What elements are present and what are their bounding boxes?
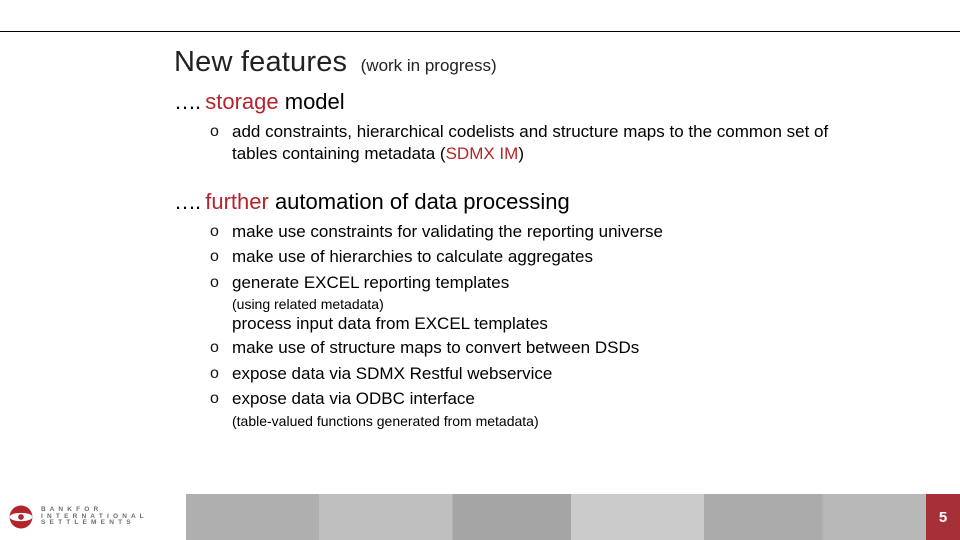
page-number-box: 5 (926, 494, 960, 540)
slide: New features (work in progress) …. stora… (0, 0, 960, 540)
bullet-text: make use of hierarchies to calculate agg… (232, 246, 593, 268)
top-bar (0, 0, 960, 32)
bullet-text: add constraints, hierarchical codelists … (232, 121, 874, 166)
bullet-text: make use constraints for validating the … (232, 221, 663, 243)
title-subtitle: (work in progress) (361, 56, 497, 75)
title-main: New features (174, 46, 347, 78)
bis-logo-icon (8, 504, 34, 530)
page-number: 5 (939, 509, 947, 526)
footer-image-strip (186, 494, 926, 540)
content-area: New features (work in progress) …. stora… (174, 46, 874, 431)
list-item: o add constraints, hierarchical codelist… (210, 121, 874, 166)
bis-logo: B A N K F O R I N T E R N A T I O N A L … (8, 504, 145, 530)
section-automation: …. further automation of data processing (174, 189, 874, 215)
bullet-text: make use of structure maps to convert be… (232, 337, 639, 359)
footer: B A N K F O R I N T E R N A T I O N A L … (0, 494, 960, 540)
bullet-text: expose data via SDMX Restful webservice (232, 363, 552, 385)
list-item: o make use constraints for validating th… (210, 221, 874, 243)
list-item: o make use of hierarchies to calculate a… (210, 246, 874, 268)
bullets-section-2: o make use constraints for validating th… (210, 221, 874, 294)
bullet-text: expose data via ODBC interface (232, 388, 475, 410)
link-sdmx-im[interactable]: SDMX IM (446, 144, 519, 163)
list-item: o expose data via ODBC interface (210, 388, 874, 410)
list-item: o expose data via SDMX Restful webservic… (210, 363, 874, 385)
bullet-note: (table-valued functions generated from m… (232, 413, 874, 429)
section-storage-model: …. storage model (174, 89, 874, 115)
footer-logo-area: B A N K F O R I N T E R N A T I O N A L … (0, 494, 186, 540)
bullets-section-2b: o make use of structure maps to convert … (210, 337, 874, 410)
bullet-marker: o (210, 121, 232, 143)
list-item: o make use of structure maps to convert … (210, 337, 874, 359)
slide-title: New features (work in progress) (174, 46, 874, 79)
bullet-note: (using related metadata) (232, 296, 874, 312)
plain-line: process input data from EXCEL templates (232, 314, 874, 334)
bullet-text: generate EXCEL reporting templates (232, 272, 509, 294)
bullets-section-1: o add constraints, hierarchical codelist… (210, 121, 874, 166)
list-item: o generate EXCEL reporting templates (210, 272, 874, 294)
bis-logo-text: B A N K F O R I N T E R N A T I O N A L … (41, 507, 145, 527)
